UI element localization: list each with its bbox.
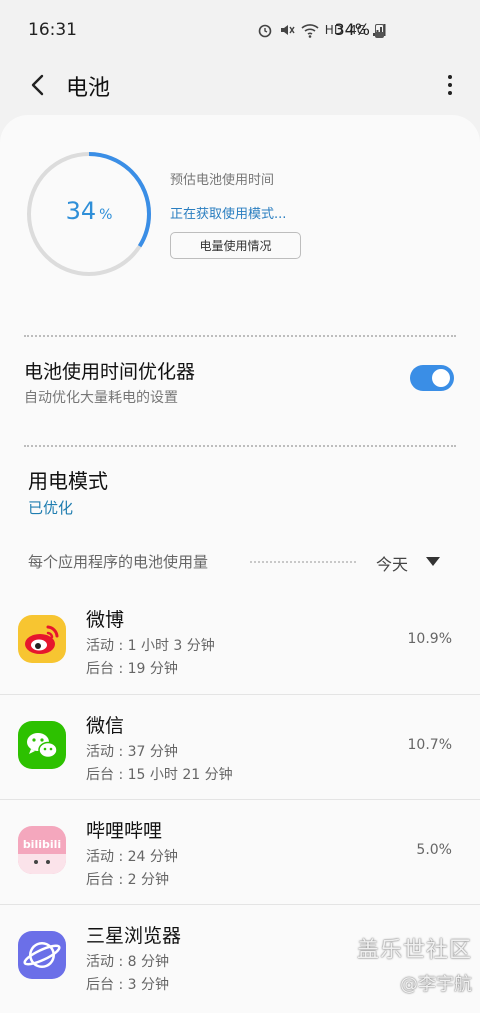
watermark-line1: 盖乐世社区 xyxy=(356,938,472,963)
wechat-icon xyxy=(18,721,66,769)
wifi-icon xyxy=(301,24,319,38)
bilibili-icon: bilibili xyxy=(18,826,66,874)
optimizer-title: 电池使用时间优化器 xyxy=(24,361,196,383)
divider xyxy=(24,335,456,337)
status-bar: 16:31 HD 4G 34% xyxy=(0,0,480,60)
battery-optimizer-row[interactable]: 电池使用时间优化器 自动优化大量耗电的设置 xyxy=(0,351,480,411)
app-background-time: 后台 : 3 分钟 xyxy=(86,977,169,993)
app-bar: 电池 xyxy=(0,60,480,110)
battery-percent-unit: % xyxy=(99,207,113,223)
back-arrow-icon[interactable] xyxy=(26,70,52,100)
page-title: 电池 xyxy=(66,76,111,101)
estimate-label: 预估电池使用时间 xyxy=(170,173,275,188)
power-mode-row[interactable]: 用电模式 已优化 xyxy=(0,461,480,517)
watermark: 盖乐世社区 @李宇航 xyxy=(357,932,472,996)
app-row-bilibili[interactable]: bilibili 哔哩哔哩 活动 : 24 分钟 后台 : 2 分钟 5.0% xyxy=(0,799,480,904)
app-usage-title: 每个应用程序的电池使用量 xyxy=(28,553,209,571)
period-label: 今天 xyxy=(376,555,409,574)
app-usage-percent: 10.7% xyxy=(407,737,452,753)
more-options-icon[interactable] xyxy=(442,72,458,98)
battery-level-ring: 34% xyxy=(26,151,152,277)
mute-icon xyxy=(280,25,295,35)
app-background-time: 后台 : 2 分钟 xyxy=(86,872,169,888)
app-active-time: 活动 : 1 小时 3 分钟 xyxy=(86,638,215,654)
app-active-time: 活动 : 24 分钟 xyxy=(86,849,178,865)
app-background-time: 后台 : 15 小时 21 分钟 xyxy=(86,767,233,783)
app-name: 微博 xyxy=(86,609,125,631)
status-time: 16:31 xyxy=(28,20,77,40)
samsung-browser-icon xyxy=(18,931,66,979)
weibo-icon xyxy=(18,615,66,663)
app-row-weibo[interactable]: 微博 活动 : 1 小时 3 分钟 后台 : 19 分钟 10.9% xyxy=(0,589,480,694)
bilibili-icon-text: bilibili xyxy=(23,838,61,851)
battery-percent-value: 34 xyxy=(65,197,97,225)
alarm-icon xyxy=(258,24,272,38)
battery-usage-button[interactable]: 电量使用情况 xyxy=(170,232,301,259)
optimizer-toggle[interactable] xyxy=(410,365,454,391)
optimizer-subtitle: 自动优化大量耗电的设置 xyxy=(24,390,178,406)
header-dotted-line xyxy=(250,561,356,563)
app-usage-header: 每个应用程序的电池使用量 今天 xyxy=(0,547,480,577)
battery-icon xyxy=(375,24,384,38)
app-name: 哔哩哔哩 xyxy=(86,820,163,842)
app-name: 三星浏览器 xyxy=(86,925,182,947)
app-usage-percent: 5.0% xyxy=(416,842,452,858)
period-dropdown[interactable]: 今天 xyxy=(376,547,446,577)
battery-percent-display: 34% xyxy=(26,197,152,225)
toggle-knob xyxy=(430,367,452,389)
app-row-wechat[interactable]: 微信 活动 : 37 分钟 后台 : 15 小时 21 分钟 10.7% xyxy=(0,694,480,799)
app-name: 微信 xyxy=(86,715,125,737)
power-mode-title: 用电模式 xyxy=(28,469,108,493)
app-active-time: 活动 : 8 分钟 xyxy=(86,954,169,970)
app-background-time: 后台 : 19 分钟 xyxy=(86,661,178,677)
estimate-status: 正在获取使用模式... xyxy=(170,207,287,222)
status-battery-percent: 34% xyxy=(334,20,370,39)
battery-card: 34% 预估电池使用时间 正在获取使用模式... 电量使用情况 电池使用时间优化… xyxy=(0,115,480,1013)
dropdown-arrow-icon xyxy=(426,557,440,566)
app-usage-percent: 10.9% xyxy=(407,631,452,647)
divider xyxy=(24,445,456,447)
watermark-line2: @李宇航 xyxy=(400,974,472,995)
app-active-time: 活动 : 37 分钟 xyxy=(86,744,178,760)
power-mode-value: 已优化 xyxy=(28,499,74,517)
